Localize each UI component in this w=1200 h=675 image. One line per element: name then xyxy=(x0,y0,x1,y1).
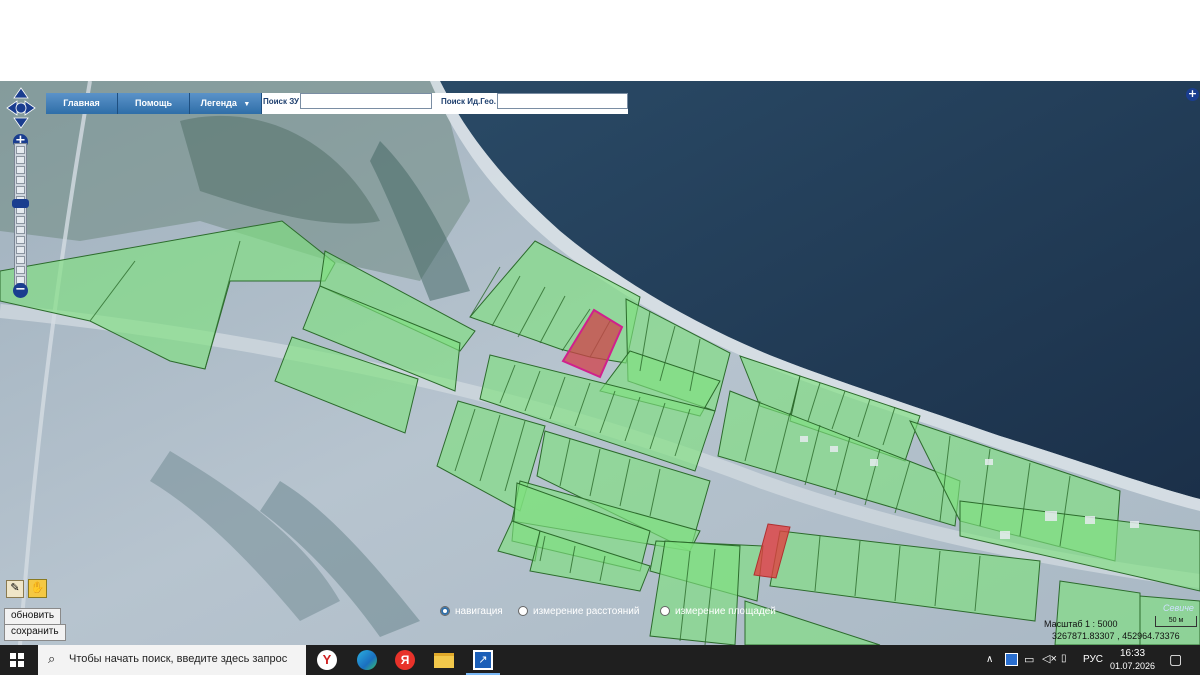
taskbar-search[interactable]: ⌕ Чтобы начать поиск, введите здесь запр… xyxy=(38,645,306,675)
legend-button[interactable]: Легенда ▼ xyxy=(190,93,262,114)
search-icon: ⌕ xyxy=(48,651,56,666)
coordinates-readout: 3267871.83307 , 452964.73376 xyxy=(1052,631,1180,641)
pan-center-icon xyxy=(15,102,27,114)
pan-hand-icon[interactable]: ✋ xyxy=(28,579,47,598)
distance-label: измерение расстояний xyxy=(533,606,640,617)
mode-navigation[interactable]: навигация xyxy=(440,606,503,617)
language-indicator[interactable]: РУС xyxy=(1083,654,1103,665)
distance-radio[interactable] xyxy=(518,606,528,617)
yandex-icon[interactable]: Я xyxy=(395,650,415,670)
home-button[interactable]: Главная xyxy=(46,93,118,114)
pan-right-icon xyxy=(24,100,36,116)
navigation-radio[interactable] xyxy=(440,606,450,617)
clock-date[interactable]: 01.07.2026 xyxy=(1110,661,1155,671)
search-zu-label: Поиск ЗУ xyxy=(263,97,299,106)
zoom-slider[interactable] xyxy=(14,143,27,293)
pan-control[interactable] xyxy=(6,87,36,129)
notifications-icon[interactable]: ▢ xyxy=(1169,651,1182,668)
scale-bar-label: 50 м xyxy=(1168,617,1184,624)
legend-button-label: Легенда xyxy=(200,98,237,108)
power-icon[interactable]: ▯ xyxy=(1061,653,1067,664)
scale-bar: 50 м xyxy=(1155,616,1197,627)
pan-down-icon xyxy=(13,117,29,129)
zoom-slider-handle[interactable] xyxy=(12,199,29,208)
tray-chevron-icon[interactable]: ∧ xyxy=(986,654,993,665)
zoom-out-icon[interactable]: − xyxy=(13,283,28,298)
layer-switcher-icon[interactable]: + xyxy=(1186,88,1199,101)
save-button[interactable]: сохранить xyxy=(4,624,66,641)
network-icon[interactable]: ▭ xyxy=(1024,653,1034,666)
search-zu-input[interactable] xyxy=(300,93,432,109)
search-id-label: Поиск Ид.Гео. xyxy=(441,97,496,106)
pan-left-icon xyxy=(6,100,18,116)
draw-tool-icon[interactable]: ✎ xyxy=(6,580,24,598)
edge-icon[interactable] xyxy=(357,650,377,670)
windows-start-icon[interactable] xyxy=(10,653,24,667)
chevron-down-icon: ▼ xyxy=(243,101,251,108)
navigation-label: навигация xyxy=(455,606,503,617)
map-viewport[interactable]: Главная Помощь Легенда ▼ Поиск ЗУ Поиск … xyxy=(0,81,1200,645)
satellite-map[interactable] xyxy=(0,81,1200,645)
brand-label: Севиче xyxy=(1163,603,1194,613)
refresh-button[interactable]: обновить xyxy=(4,608,62,625)
mode-area[interactable]: измерение площадей xyxy=(660,606,776,617)
tray-app-icon[interactable] xyxy=(1005,653,1018,666)
area-label: измерение площадей xyxy=(675,606,776,617)
area-radio[interactable] xyxy=(660,606,670,617)
taskbar: ⌕ Чтобы начать поиск, введите здесь запр… xyxy=(0,645,1200,675)
mode-distance[interactable]: измерение расстояний xyxy=(518,606,639,617)
search-id-input[interactable] xyxy=(497,93,628,109)
help-button[interactable]: Помощь xyxy=(118,93,190,114)
taskbar-search-placeholder: Чтобы начать поиск, введите здесь запрос xyxy=(69,653,288,665)
yandex-browser-icon[interactable]: Y xyxy=(317,650,337,670)
file-explorer-icon[interactable] xyxy=(434,653,454,668)
pan-up-icon xyxy=(13,87,29,99)
scale-label: Масштаб 1 : 5000 xyxy=(1044,619,1118,629)
app-icon[interactable]: ↗ xyxy=(473,650,493,670)
clock-time[interactable]: 16:33 xyxy=(1120,648,1145,659)
volume-muted-icon[interactable]: ◁× xyxy=(1042,652,1057,665)
